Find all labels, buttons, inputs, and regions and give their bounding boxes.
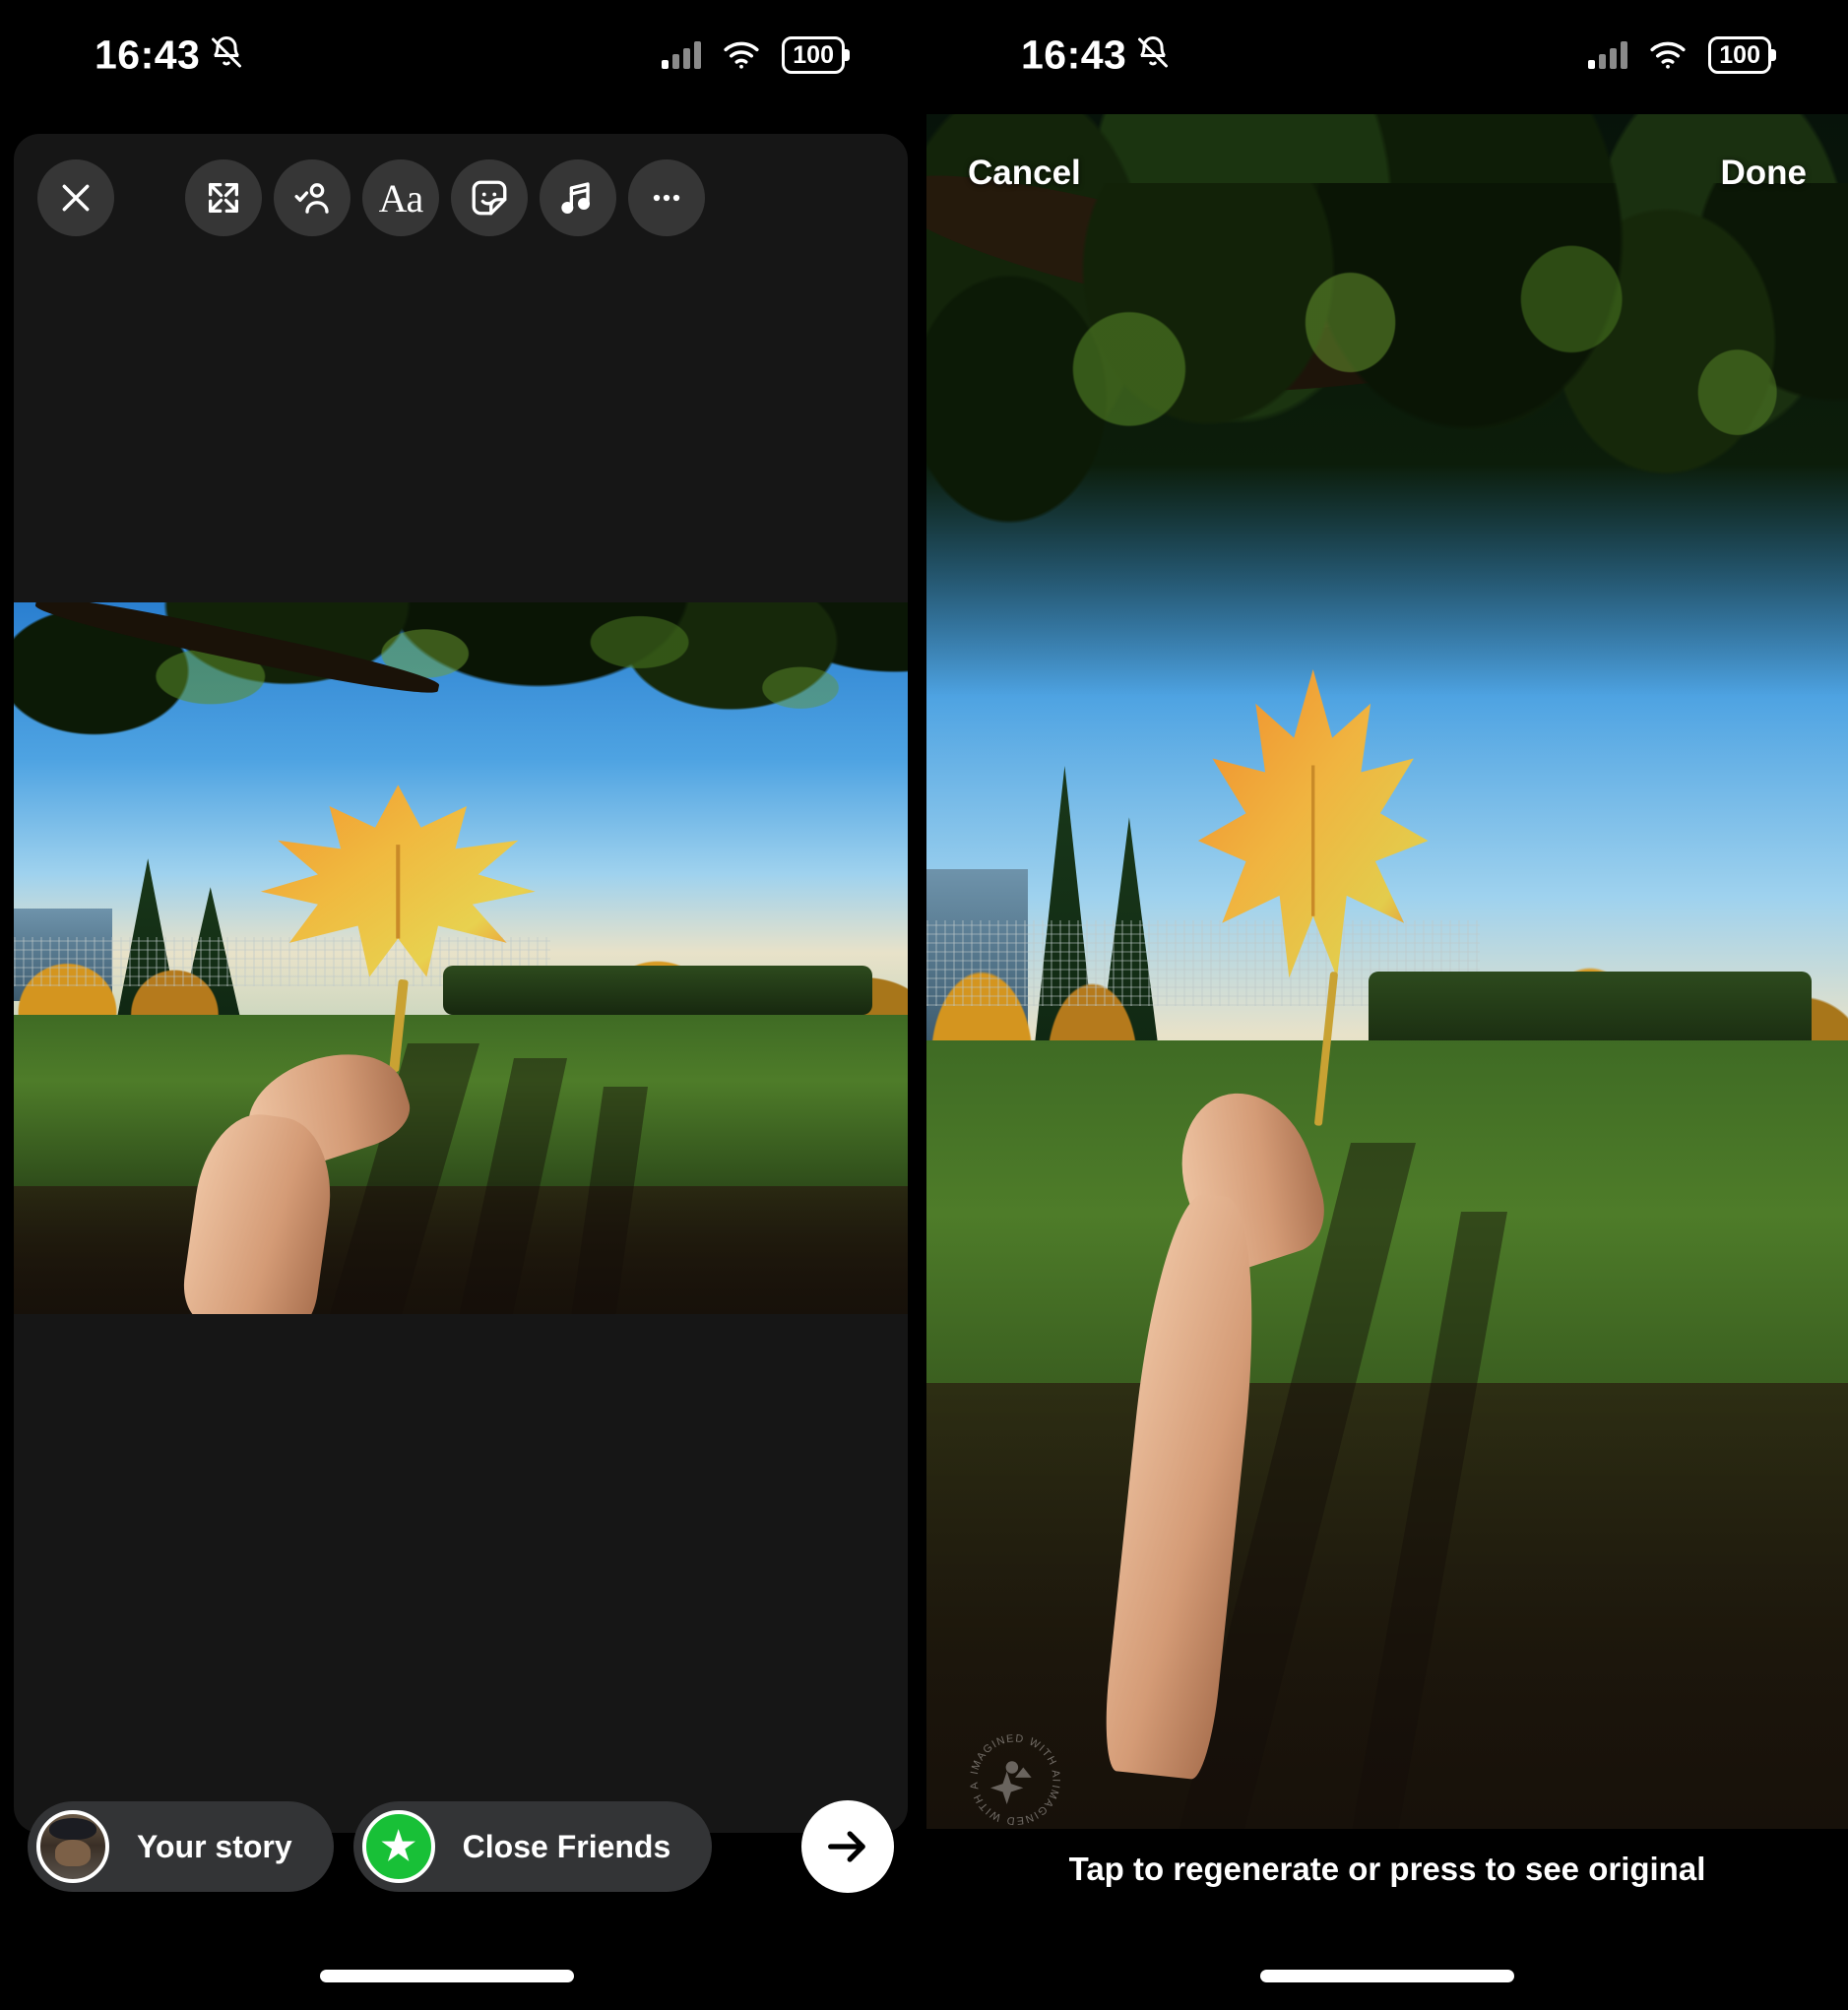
wifi-icon: [724, 41, 759, 69]
home-indicator-left[interactable]: [320, 1970, 574, 1982]
screenshot-root: 16:43 100 Aa Your story ★ Close Friends …: [0, 0, 1848, 2010]
ai-preview-caption: Tap to regenerate or press to see origin…: [1068, 1851, 1706, 1887]
tag-people-button[interactable]: [274, 159, 350, 236]
ai-preview-nav: Cancel Done: [926, 144, 1848, 203]
svg-text:IMAGINED WITH AI: IMAGINED WITH AI: [969, 1732, 1062, 1783]
close-button[interactable]: [37, 159, 114, 236]
close-x-icon: [62, 184, 90, 212]
maple-leaf: [255, 781, 542, 994]
maple-leaf: [1193, 662, 1433, 1005]
home-indicator-right[interactable]: [1260, 1970, 1514, 1982]
your-story-button[interactable]: Your story: [28, 1801, 334, 1892]
story-canvas[interactable]: [14, 134, 908, 1833]
status-time: 16:43: [1021, 31, 1127, 78]
status-right-cluster: 100: [1588, 36, 1771, 74]
status-bar-left: 16:43 100: [0, 0, 922, 110]
music-button[interactable]: [540, 159, 616, 236]
text-aa-icon: Aa: [378, 175, 424, 220]
cancel-button[interactable]: Cancel: [968, 154, 1081, 193]
ai-preview-photo[interactable]: [926, 114, 1848, 1829]
watermark-text: IMAGINED WITH AI: [969, 1732, 1060, 1783]
more-options-button[interactable]: [628, 159, 705, 236]
star-icon: ★: [361, 1810, 435, 1883]
user-avatar: [36, 1810, 109, 1883]
person-check-icon: [294, 183, 329, 214]
status-bar-right: 16:43 100: [926, 0, 1848, 110]
done-button[interactable]: Done: [1721, 154, 1808, 193]
expand-button[interactable]: [185, 159, 262, 236]
cellular-signal-icon: [1588, 41, 1628, 69]
story-photo[interactable]: [14, 602, 908, 1314]
your-story-label: Your story: [137, 1828, 292, 1864]
status-time: 16:43: [95, 31, 201, 78]
battery-icon: 100: [782, 36, 845, 74]
sticker-button[interactable]: [451, 159, 528, 236]
story-toolbar: Aa: [14, 144, 908, 252]
sticker-smiley-icon: [472, 180, 507, 216]
next-button[interactable]: [801, 1800, 894, 1893]
ai-sparkle-icon: [990, 1761, 1032, 1804]
status-right-cluster: 100: [662, 36, 845, 74]
photo-scene-ai-expanded: [926, 114, 1848, 1829]
bell-muted-icon: [1135, 35, 1171, 76]
left-panel-story-composer: 16:43 100 Aa Your story ★ Close Friends: [0, 0, 922, 2010]
dirt-foreground: [14, 1185, 908, 1314]
toolbar-tools: Aa: [185, 159, 705, 236]
story-action-bar: Your story ★ Close Friends: [0, 1799, 922, 1894]
bell-muted-icon: [209, 35, 244, 76]
text-button[interactable]: Aa: [362, 159, 439, 236]
arrow-right-icon: [828, 1831, 865, 1862]
music-note-icon: [561, 182, 590, 214]
cellular-signal-icon: [662, 41, 702, 69]
right-panel-ai-preview: 16:43 100 Cancel Done IMAGINED WITH AI I…: [926, 0, 1848, 2010]
close-friends-label: Close Friends: [462, 1828, 671, 1864]
expand-arrows-icon: [209, 183, 238, 213]
imagined-with-ai-watermark: IMAGINED WITH AI IMAGINED WITH AI: [962, 1720, 1066, 1831]
ellipsis-icon: [653, 194, 680, 202]
battery-icon: 100: [1708, 36, 1771, 74]
close-friends-button[interactable]: ★ Close Friends: [352, 1801, 713, 1892]
photo-scene-original: [14, 602, 908, 1314]
wifi-icon: [1650, 41, 1686, 69]
